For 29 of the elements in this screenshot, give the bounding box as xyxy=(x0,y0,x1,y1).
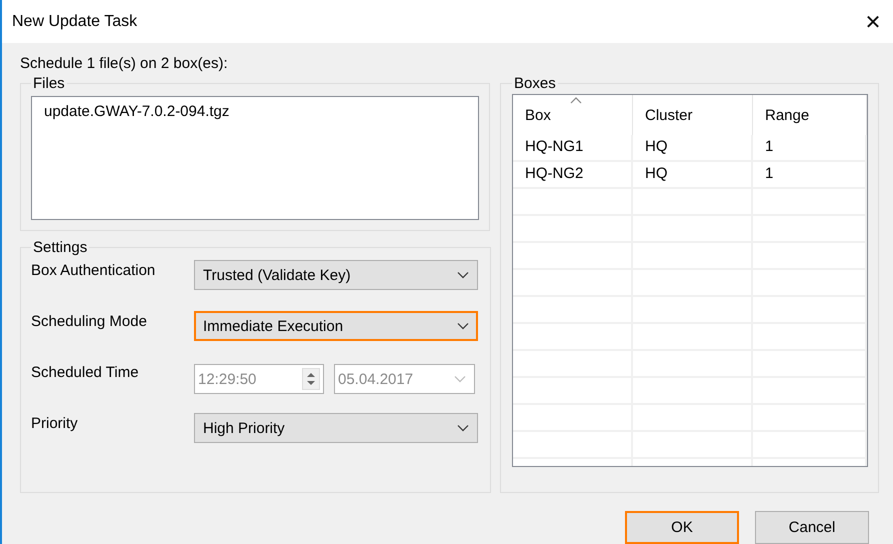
sort-up-icon xyxy=(570,97,582,104)
setting-label: Scheduled Time xyxy=(31,363,140,381)
dropdown[interactable]: Immediate Execution xyxy=(194,311,478,341)
table-cell: 1 xyxy=(753,162,867,189)
table-cell: HQ xyxy=(633,162,753,189)
column-header[interactable]: Cluster xyxy=(633,95,753,135)
table-cell: HQ-NG2 xyxy=(513,162,633,189)
group-title: Settings xyxy=(32,239,88,256)
chevron-down-icon xyxy=(457,322,469,330)
setting-label: Box Authentication xyxy=(31,261,156,279)
chevron-down-icon xyxy=(457,271,469,279)
setting-label: Priority xyxy=(31,414,79,432)
table-cell: HQ-NG1 xyxy=(513,135,633,162)
table-cell: HQ xyxy=(633,135,753,162)
group-title: Boxes xyxy=(513,75,557,92)
dropdown[interactable]: Trusted (Validate Key) xyxy=(194,260,478,290)
file-item[interactable]: update.GWAY-7.0.2-094.tgz xyxy=(44,101,466,122)
window-title: New Update Task xyxy=(12,12,138,30)
group-title: Files xyxy=(32,75,66,92)
chevron-down-icon xyxy=(454,375,466,383)
dialog-button[interactable]: Cancel xyxy=(755,511,869,544)
summary-text: Schedule 1 file(s) on 2 box(es): xyxy=(20,55,229,74)
chevron-down-icon xyxy=(457,424,469,432)
column-header[interactable]: Box xyxy=(513,95,633,135)
column-header[interactable]: Range xyxy=(753,95,867,135)
setting-label: Scheduling Mode xyxy=(31,312,148,330)
dialog-button[interactable]: OK xyxy=(625,511,739,544)
table-cell: 1 xyxy=(753,135,867,162)
dropdown[interactable]: High Priority xyxy=(194,413,478,443)
